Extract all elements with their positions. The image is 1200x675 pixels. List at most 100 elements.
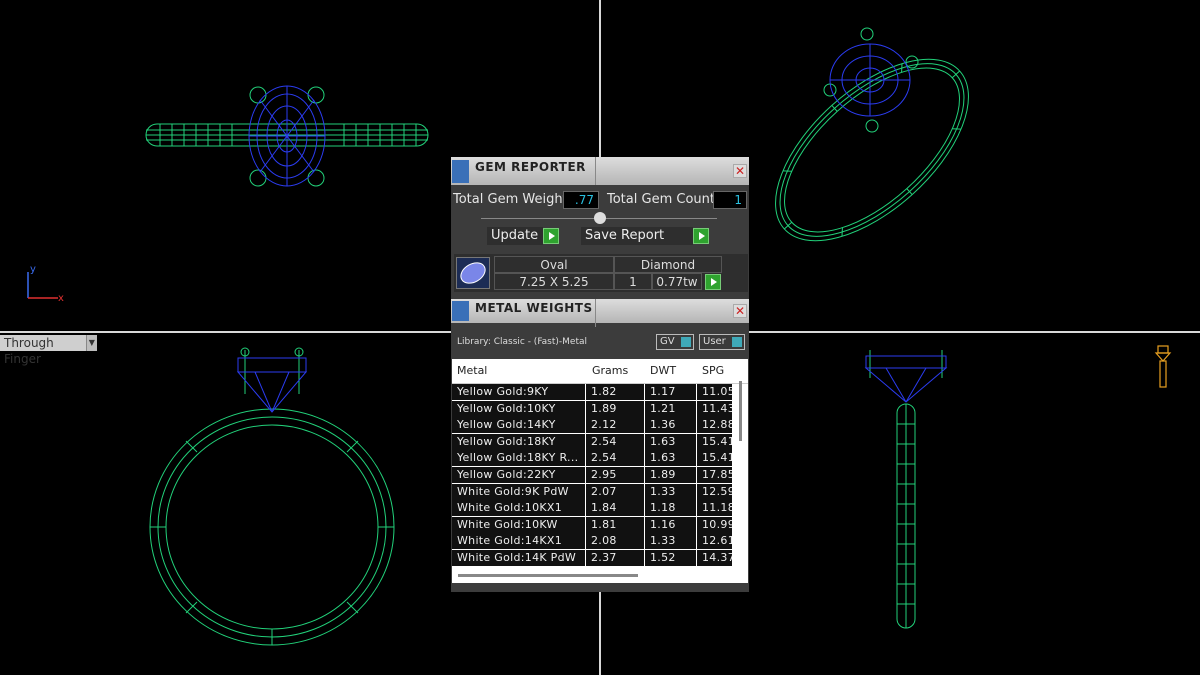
table-row[interactable]: White Gold:9K PdW 2.07 1.33 12.59: [452, 483, 732, 500]
spg-cell: 15.41: [697, 433, 732, 450]
metal-weights-icon: [452, 301, 469, 321]
gem-count: 1: [614, 273, 652, 290]
table-row[interactable]: Yellow Gold:18KY 2.54 1.63 15.41: [452, 433, 732, 450]
column-header-spg[interactable]: SPG: [702, 364, 724, 377]
dwt-cell: 1.63: [645, 433, 696, 450]
table-row[interactable]: Yellow Gold:14KY 2.12 1.36 12.88: [452, 417, 732, 434]
grams-cell: 1.82: [586, 384, 644, 400]
metal-name-cell: White Gold:14KX1: [452, 533, 585, 550]
titlebar-divider: [595, 299, 596, 327]
total-gem-count-label: Total Gem Count: [607, 192, 715, 207]
titlebar-divider: [595, 157, 596, 185]
table-row[interactable]: Yellow Gold:10KY 1.89 1.21 11.43: [452, 400, 732, 417]
column-header-grams[interactable]: Grams: [592, 364, 628, 377]
column-header-dwt[interactable]: DWT: [650, 364, 676, 377]
metal-weights-title: METAL WEIGHTS: [475, 301, 593, 315]
oval-gem-icon: [456, 257, 490, 289]
user-label: User: [703, 336, 726, 347]
gem-row[interactable]: Oval 7.25 X 5.25 Diamond 1 0.77tw: [454, 254, 748, 292]
metal-name-cell: Yellow Gold:9KY: [452, 384, 585, 400]
gem-reporter-titlebar[interactable]: GEM REPORTER ✕: [451, 157, 749, 185]
view-label-dropdown[interactable]: Through Finger ▼: [0, 335, 97, 366]
vertical-scrollbar[interactable]: [739, 381, 742, 441]
metal-name-cell: Yellow Gold:18KY R...: [452, 450, 585, 467]
metal-name-cell: White Gold:10KW: [452, 516, 585, 533]
dwt-cell: 1.63: [645, 450, 696, 467]
ring-gizmo-icon: [1154, 345, 1172, 388]
metal-name-cell: White Gold:10KX1: [452, 500, 585, 517]
user-toggle[interactable]: User: [699, 334, 745, 350]
grams-cell: 1.89: [586, 400, 644, 417]
gv-toggle[interactable]: GV: [656, 334, 694, 350]
collapse-toggle-icon[interactable]: [594, 212, 606, 224]
gv-label: GV: [660, 336, 675, 347]
dwt-cell: 1.33: [645, 533, 696, 550]
spg-cell: 12.59: [697, 483, 732, 500]
dwt-cell: 1.36: [645, 417, 696, 434]
update-button[interactable]: [543, 228, 559, 244]
grams-cell: 1.84: [586, 500, 644, 517]
grams-cell: 2.07: [586, 483, 644, 500]
close-icon[interactable]: ✕: [733, 304, 747, 318]
gem-reporter-title: GEM REPORTER: [475, 160, 586, 174]
total-gem-count-value: 1: [713, 191, 747, 209]
horizontal-scrollbar[interactable]: [458, 574, 638, 577]
metal-name-cell: White Gold:14K PdW: [452, 550, 585, 566]
dwt-cell: 1.89: [645, 467, 696, 483]
spg-cell: 11.05: [697, 384, 732, 400]
spg-cell: 12.88: [697, 417, 732, 434]
grams-cell: 2.12: [586, 417, 644, 434]
table-row[interactable]: Yellow Gold:18KY R... 2.54 1.63 15.41: [452, 450, 732, 467]
spg-cell: 14.37: [697, 550, 732, 566]
library-label: Library: Classic - (Fast)-Metal: [457, 337, 588, 347]
total-gem-weight-label: Total Gem Weight: [453, 192, 568, 207]
axis-y-label: y: [30, 264, 36, 275]
axis-x-label: x: [58, 293, 64, 304]
gem-material: Diamond: [614, 256, 722, 273]
table-row[interactable]: Yellow Gold:22KY 2.95 1.89 17.85: [452, 467, 732, 483]
table-row[interactable]: White Gold:14KX1 2.08 1.33 12.61: [452, 533, 732, 550]
dwt-cell: 1.52: [645, 550, 696, 566]
grams-cell: 2.95: [586, 467, 644, 483]
metal-weights-table[interactable]: Metal Grams DWT SPG Yellow Gold:9KY 1.82 1…: [452, 359, 748, 583]
dwt-cell: 1.17: [645, 384, 696, 400]
table-row[interactable]: Yellow Gold:9KY 1.82 1.17 11.05: [452, 384, 732, 400]
total-gem-weight-value: .77: [563, 191, 599, 209]
table-row[interactable]: White Gold:14K PdW 2.37 1.52 14.37: [452, 550, 732, 566]
save-report-button[interactable]: [693, 228, 709, 244]
dwt-cell: 1.16: [645, 516, 696, 533]
spg-cell: 12.61: [697, 533, 732, 550]
gem-weight: 0.77tw: [652, 273, 702, 290]
metal-name-cell: Yellow Gold:10KY: [452, 400, 585, 417]
grams-cell: 2.54: [586, 433, 644, 450]
grams-cell: 2.54: [586, 450, 644, 467]
metal-name-cell: Yellow Gold:18KY: [452, 433, 585, 450]
grams-cell: 2.37: [586, 550, 644, 566]
dwt-cell: 1.33: [645, 483, 696, 500]
gem-shape: Oval: [494, 256, 614, 273]
view-label-text: Through Finger: [0, 335, 86, 366]
save-report-label: Save Report: [581, 227, 693, 245]
grams-cell: 1.81: [586, 516, 644, 533]
dwt-cell: 1.18: [645, 500, 696, 517]
metal-name-cell: Yellow Gold:22KY: [452, 467, 585, 483]
gem-go-button[interactable]: [705, 274, 721, 290]
gem-reporter-icon: [452, 160, 469, 183]
table-header: Metal Grams DWT SPG: [452, 359, 748, 384]
spg-cell: 10.99: [697, 516, 732, 533]
table-row[interactable]: White Gold:10KX1 1.84 1.18 11.18: [452, 500, 732, 517]
update-label: Update: [487, 227, 543, 245]
spg-cell: 11.18: [697, 500, 732, 517]
close-icon[interactable]: ✕: [733, 164, 747, 178]
grams-cell: 2.08: [586, 533, 644, 550]
column-header-metal[interactable]: Metal: [457, 364, 487, 377]
spg-cell: 17.85: [697, 467, 732, 483]
metal-weights-titlebar[interactable]: METAL WEIGHTS ✕: [451, 299, 749, 327]
dwt-cell: 1.21: [645, 400, 696, 417]
metal-name-cell: Yellow Gold:14KY: [452, 417, 585, 434]
spg-cell: 11.43: [697, 400, 732, 417]
table-row[interactable]: White Gold:10KW 1.81 1.16 10.99: [452, 516, 732, 533]
gem-reporter-panel: GEM REPORTER ✕ Total Gem Weight .77 Tota…: [451, 157, 749, 592]
spg-cell: 15.41: [697, 450, 732, 467]
chevron-down-icon[interactable]: ▼: [85, 335, 97, 351]
